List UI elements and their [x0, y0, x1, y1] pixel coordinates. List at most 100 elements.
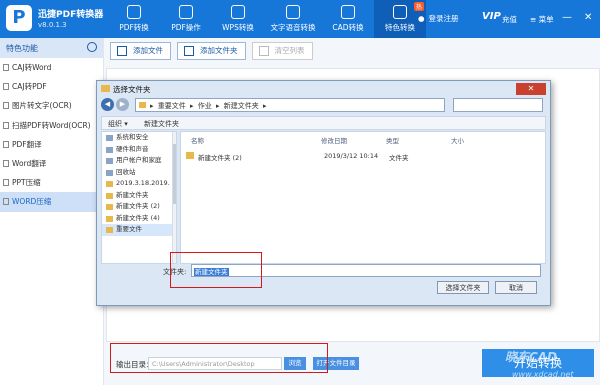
tree-item[interactable]: 新建文件夹: [102, 190, 176, 202]
sidebar-item-ppt-compress[interactable]: PPT压缩: [0, 173, 103, 192]
sidebar-item-caj-pdf[interactable]: CAJ转PDF: [0, 77, 103, 96]
dialog-title: 选择文件夹: [113, 85, 151, 94]
highlight-box-output: [110, 343, 328, 373]
breadcrumb-sep: ▸: [262, 102, 267, 110]
clear-list-button[interactable]: 清空列表: [251, 42, 313, 60]
nav-pdf-convert[interactable]: PDF转换: [108, 0, 160, 38]
file-date: 2019/3/12 10:14: [324, 152, 379, 160]
folder-icon: [101, 85, 110, 92]
login-label: 登录注册: [428, 14, 459, 23]
control-panel-icon: [106, 158, 113, 164]
column-type[interactable]: 类型: [386, 135, 399, 145]
special-star-icon: [393, 5, 407, 19]
breadcrumb-item[interactable]: 重要文件: [158, 102, 186, 110]
nav-text-speech[interactable]: 文字语音转换: [264, 0, 322, 38]
breadcrumb-sep: ▸: [150, 102, 154, 110]
vip-badge[interactable]: VIP: [482, 11, 501, 22]
column-size[interactable]: 大小: [451, 135, 464, 145]
new-folder-button[interactable]: 新建文件夹: [144, 120, 179, 128]
folder-icon: [139, 102, 146, 108]
nav-pdf-operate[interactable]: PDF操作: [160, 0, 212, 38]
watermark-url: www.xdcad.net: [512, 370, 574, 379]
charge-link[interactable]: 充值: [502, 14, 517, 25]
tree-item[interactable]: 系统和安全: [102, 132, 176, 144]
breadcrumb-item[interactable]: 作业: [198, 102, 212, 110]
close-icon[interactable]: ✕: [584, 12, 592, 23]
sidebar-item-word-translate[interactable]: Word翻译: [0, 154, 103, 173]
nav-wps-convert[interactable]: WPS转换: [212, 0, 264, 38]
add-file-label: 添加文件: [133, 46, 163, 55]
tree-item[interactable]: 2019.3.18.2019.: [102, 178, 176, 190]
tree-item-selected[interactable]: 重要文件: [102, 224, 176, 236]
column-date[interactable]: 修改日期: [321, 135, 347, 145]
app-header: P 迅捷PDF转换器 v8.0.1.3 PDF转换 PDF操作 WPS转换 文字…: [0, 0, 600, 38]
nav-label: 特色转换: [385, 23, 415, 32]
tree-item[interactable]: 回收站: [102, 167, 176, 179]
image-icon: [3, 102, 9, 110]
hamburger-icon: ≡: [530, 15, 539, 24]
dialog-close-button[interactable]: ✕: [516, 83, 546, 95]
sidebar-header[interactable]: 特色功能: [0, 38, 103, 58]
tree-scroll-thumb[interactable]: [173, 144, 176, 204]
menu-button[interactable]: ≡ 菜单: [530, 14, 554, 25]
user-icon: ●: [418, 14, 425, 23]
minimize-icon[interactable]: —: [562, 12, 572, 23]
menu-label: 菜单: [538, 15, 554, 24]
nav-label: 文字语音转换: [270, 23, 316, 32]
column-name[interactable]: 名称: [191, 135, 204, 145]
tree-item-label: 2019.3.18.2019.: [116, 179, 170, 187]
pdf-operate-icon: [179, 5, 193, 19]
forward-arrow-icon[interactable]: ▶: [116, 98, 129, 111]
sidebar-item-pdf-translate[interactable]: PDF翻译: [0, 135, 103, 154]
file-name: 新建文件夹 (2): [198, 154, 242, 162]
app-name: 迅捷PDF转换器: [38, 10, 104, 20]
sidebar-item-label: CAJ转PDF: [12, 82, 47, 92]
add-folder-button[interactable]: 添加文件夹: [177, 42, 246, 60]
folder-icon: [106, 227, 113, 233]
dialog-search-input[interactable]: [453, 98, 543, 112]
recycle-bin-icon: [106, 169, 113, 176]
tree-item[interactable]: 用户帐户和家庭: [102, 155, 176, 167]
audio-bars-icon: [286, 5, 300, 19]
file-row[interactable]: 新建文件夹 (2) 2019/3/12 10:14 文件夹: [184, 150, 446, 162]
sidebar-item-word-compress[interactable]: WORD压缩: [0, 192, 103, 212]
cancel-button[interactable]: 取消: [495, 281, 537, 294]
address-row: ◀ ▶ ▸ 重要文件 ▸ 作业 ▸ 新建文件夹 ▸: [101, 98, 546, 113]
tree-item[interactable]: 新建文件夹 (4): [102, 213, 176, 225]
breadcrumb-sep: ▸: [215, 102, 220, 110]
back-arrow-icon[interactable]: ◀: [101, 98, 114, 111]
tree-item-label: 重要文件: [116, 225, 142, 233]
add-file-button[interactable]: 添加文件: [110, 42, 171, 60]
tree-item[interactable]: 硬件和声音: [102, 144, 176, 156]
control-panel-icon: [106, 135, 113, 141]
collapse-chevron-icon: [87, 42, 97, 52]
highlight-box-folder: [170, 252, 262, 288]
select-folder-button[interactable]: 选择文件夹: [437, 281, 489, 294]
tree-item[interactable]: 新建文件夹 (2): [102, 201, 176, 213]
watermark: 晓东CAD: [505, 350, 558, 364]
sidebar-item-label: PDF翻译: [12, 139, 42, 149]
folder-icon: [186, 152, 194, 159]
sidebar-item-label: Word翻译: [12, 158, 47, 168]
address-bar[interactable]: ▸ 重要文件 ▸ 作业 ▸ 新建文件夹 ▸: [135, 98, 445, 112]
hot-badge: 热: [413, 2, 424, 11]
dialog-command-bar: 组织 ▾ 新建文件夹: [101, 116, 546, 130]
add-folder-icon: [184, 46, 194, 56]
clear-icon: [258, 46, 269, 56]
organize-button[interactable]: 组织 ▾: [108, 120, 128, 128]
tree-item-label: 硬件和声音: [116, 144, 149, 153]
sidebar-item-label: PPT压缩: [12, 178, 41, 188]
sidebar-item-label: 图片转文字(OCR): [12, 101, 72, 111]
sidebar-item-scan-pdf[interactable]: 扫描PDF转Word(OCR): [0, 116, 103, 135]
sidebar-item-caj-word[interactable]: CAJ转Word: [0, 58, 103, 77]
folder-icon: [106, 181, 113, 187]
doc-icon: [3, 179, 9, 187]
login-link[interactable]: ● 登录注册: [418, 13, 459, 24]
folder-tree: 系统和安全 硬件和声音 用户帐户和家庭 回收站 2019.3.18.2019. …: [101, 131, 177, 264]
nav-cad-convert[interactable]: CAD转换: [322, 0, 374, 38]
pdf-convert-icon: [127, 5, 141, 19]
sidebar-item-ocr[interactable]: 图片转文字(OCR): [0, 96, 103, 115]
wps-icon: [231, 5, 245, 19]
doc-icon: [3, 198, 9, 206]
breadcrumb-item[interactable]: 新建文件夹: [224, 102, 259, 110]
